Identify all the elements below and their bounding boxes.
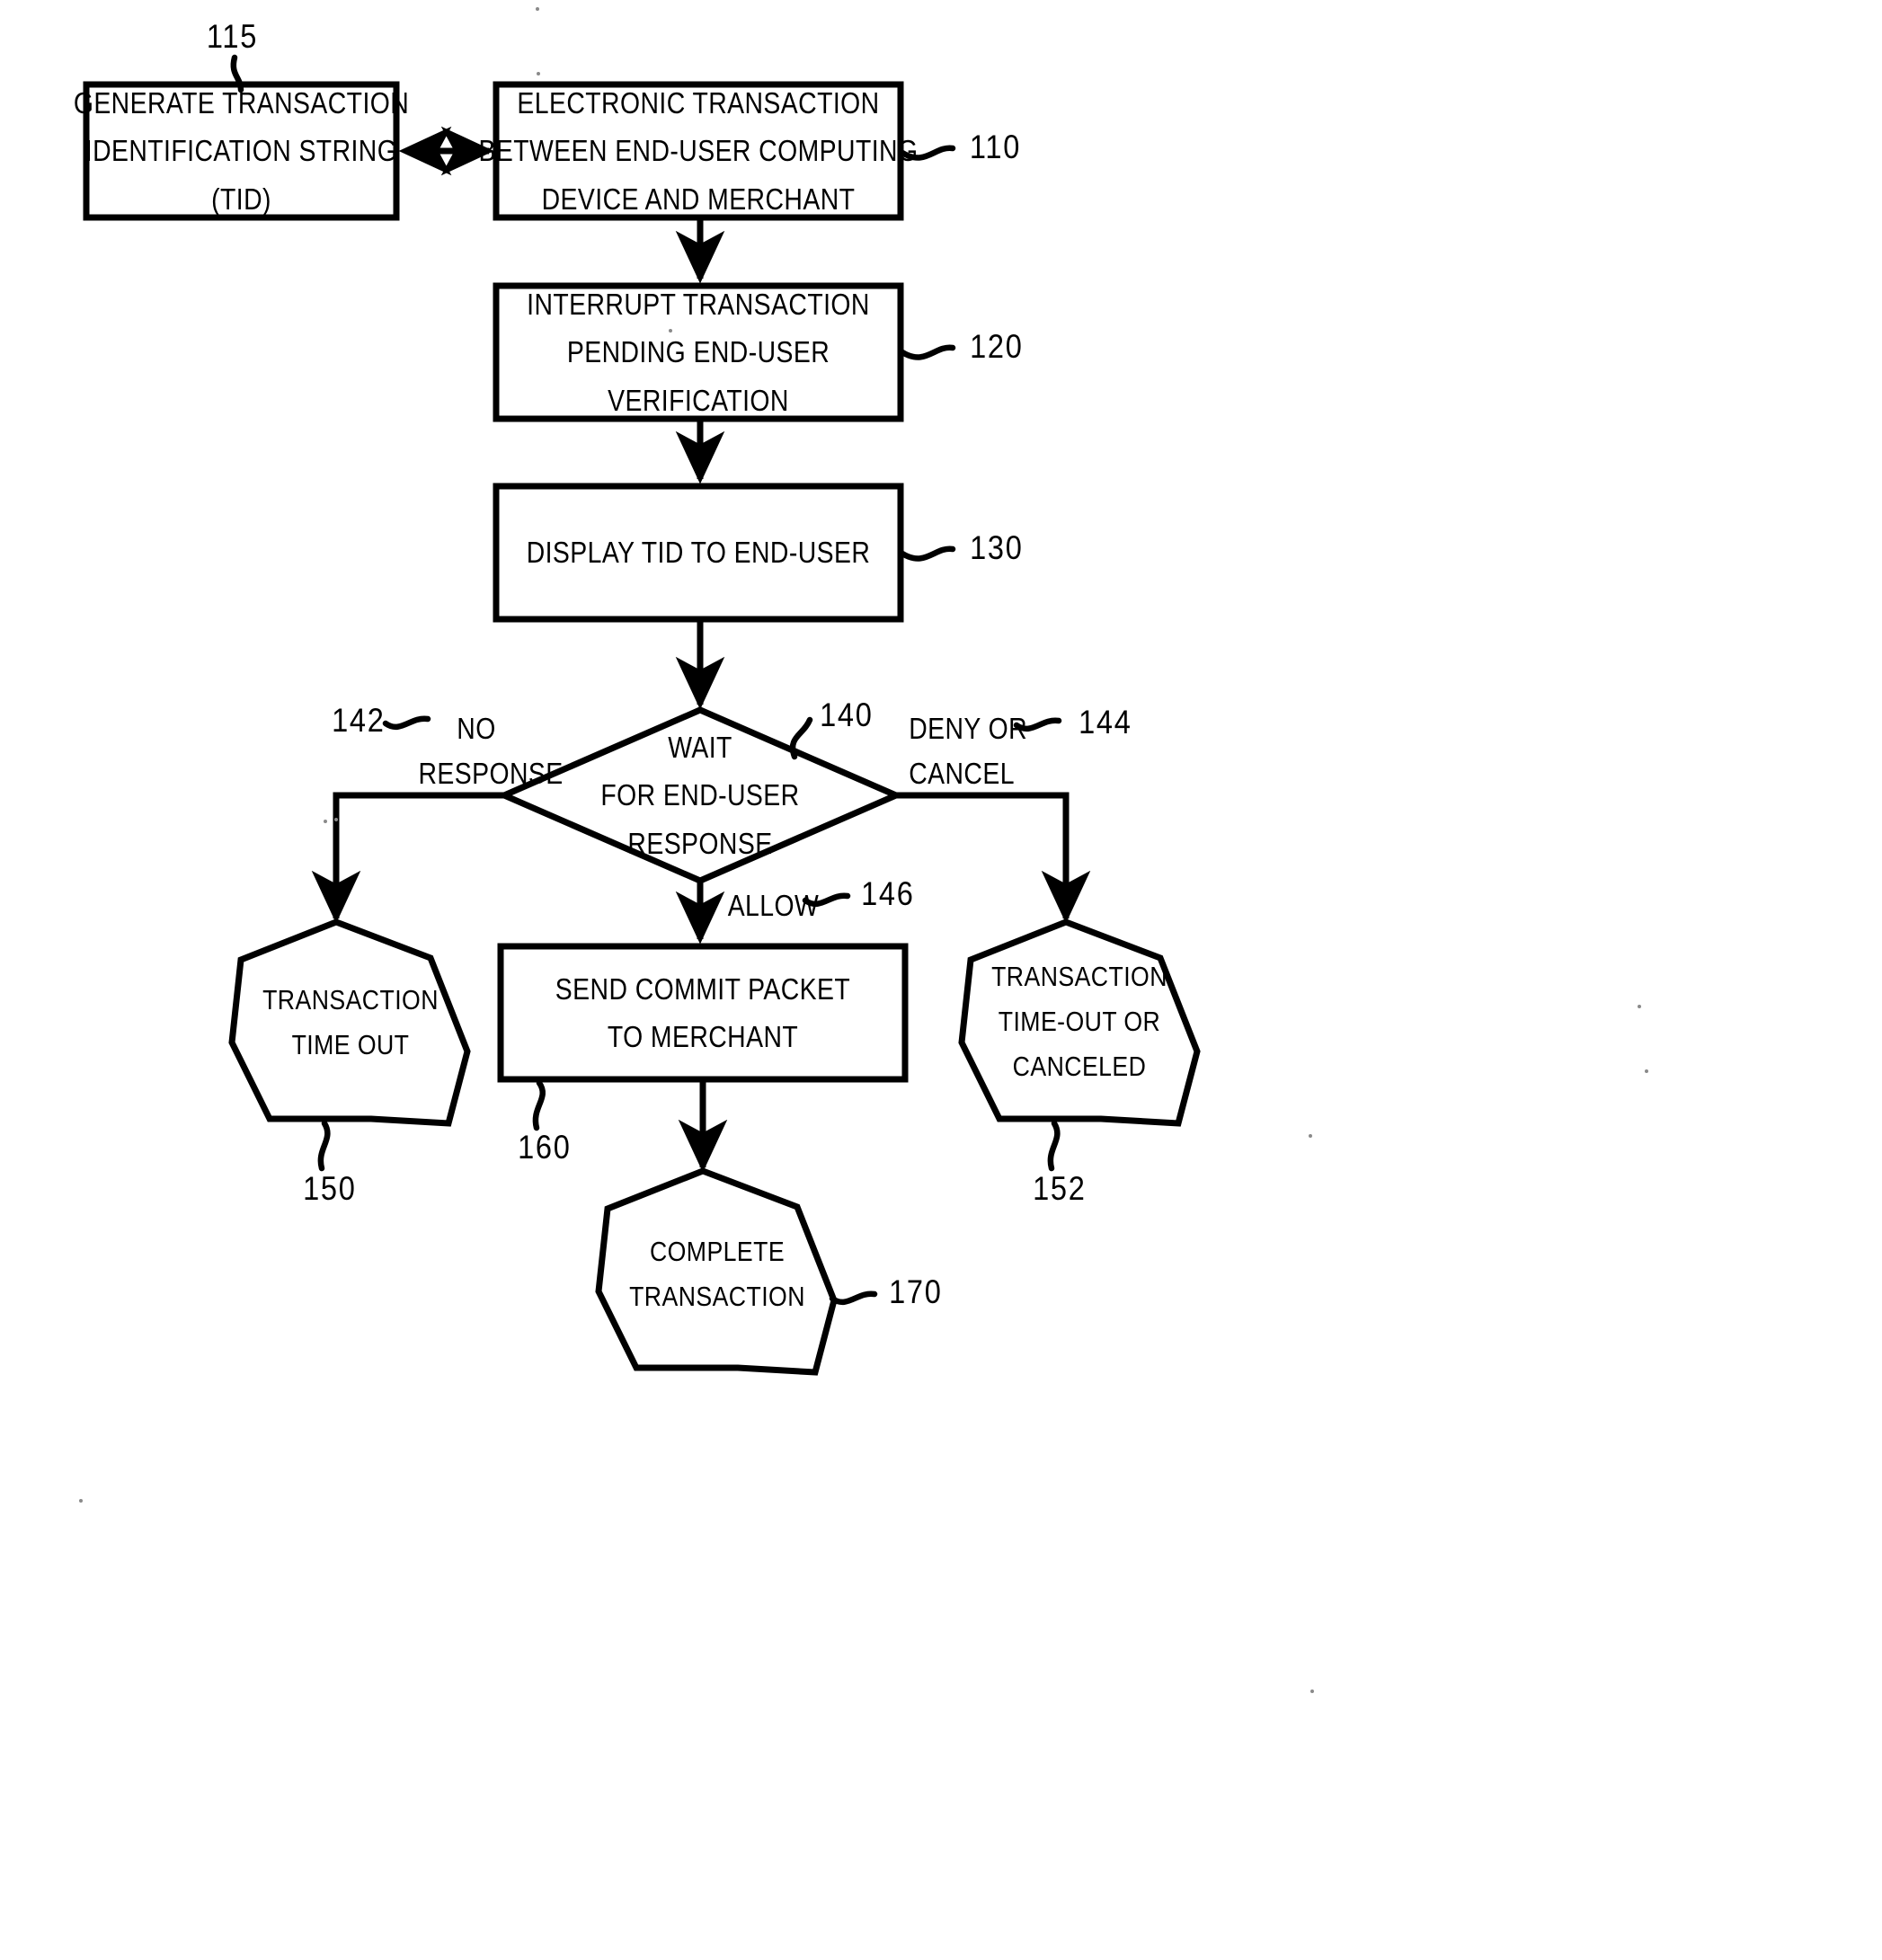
edge-label-no-response: NO RESPONSE bbox=[418, 706, 564, 795]
edge-label-allow-line1: ALLOW bbox=[727, 889, 820, 922]
scan-speck bbox=[79, 1499, 83, 1503]
box-generate-tid-outline bbox=[86, 84, 396, 217]
ref-numeral-152: 152 bbox=[1033, 1170, 1087, 1207]
ref-numeral-142: 142 bbox=[332, 702, 386, 739]
terminator-transaction-time-out-outline bbox=[228, 918, 471, 1127]
terminator-complete-transaction-outline bbox=[595, 1167, 838, 1376]
edge-label-no-response-line1: NO bbox=[457, 712, 496, 745]
scan-speck bbox=[334, 818, 338, 821]
leader-130 bbox=[899, 545, 956, 562]
scan-speck bbox=[1310, 1690, 1314, 1693]
scan-speck bbox=[324, 820, 327, 823]
box-send-commit-outline bbox=[497, 943, 909, 1083]
edge-label-deny-line1: DENY OR bbox=[909, 712, 1028, 745]
scan-speck bbox=[1638, 1005, 1641, 1008]
diamond-wait-outline bbox=[496, 706, 904, 884]
leader-150 bbox=[317, 1120, 331, 1172]
ref-numeral-170: 170 bbox=[889, 1273, 943, 1310]
ref-numeral-160: 160 bbox=[518, 1129, 572, 1166]
leader-160 bbox=[532, 1079, 546, 1131]
leader-110 bbox=[899, 145, 956, 161]
box-interrupt-outline bbox=[493, 282, 904, 422]
ref-numeral-150: 150 bbox=[303, 1170, 357, 1207]
scan-speck bbox=[1309, 1134, 1312, 1138]
ref-numeral-130: 130 bbox=[970, 529, 1024, 566]
leader-120 bbox=[899, 344, 956, 360]
ref-numeral-140: 140 bbox=[820, 696, 874, 733]
scan-speck bbox=[669, 329, 672, 333]
ref-numeral-115: 115 bbox=[206, 18, 259, 55]
ref-numeral-146: 146 bbox=[861, 875, 915, 912]
scan-speck bbox=[1645, 1069, 1648, 1073]
ref-numeral-144: 144 bbox=[1079, 704, 1132, 741]
edge-label-no-response-line2: RESPONSE bbox=[418, 756, 564, 790]
flowchart-vector-layer bbox=[0, 54, 1201, 1376]
scan-speck bbox=[536, 7, 539, 11]
ref-numeral-120: 120 bbox=[970, 328, 1024, 365]
leader-152 bbox=[1047, 1120, 1061, 1172]
edge-deny-or-cancel bbox=[896, 792, 1091, 924]
scan-speck bbox=[537, 72, 540, 75]
box-display-tid-outline bbox=[493, 483, 904, 623]
edge-label-deny-line2: CANCEL bbox=[909, 756, 1015, 790]
patent-figure-canvas: GENERATE TRANSACTION IDENTIFICATION STRI… bbox=[0, 0, 1882, 1960]
edge-label-allow: ALLOW bbox=[727, 883, 820, 928]
leader-170 bbox=[829, 1290, 878, 1306]
edge-no-response bbox=[311, 792, 504, 924]
ref-numeral-110: 110 bbox=[969, 129, 1022, 165]
box-electronic-transaction-outline bbox=[493, 81, 904, 221]
edge-label-deny-or-cancel: DENY OR CANCEL bbox=[909, 706, 1033, 795]
terminator-transaction-timeout-canceled-outline bbox=[958, 918, 1201, 1127]
